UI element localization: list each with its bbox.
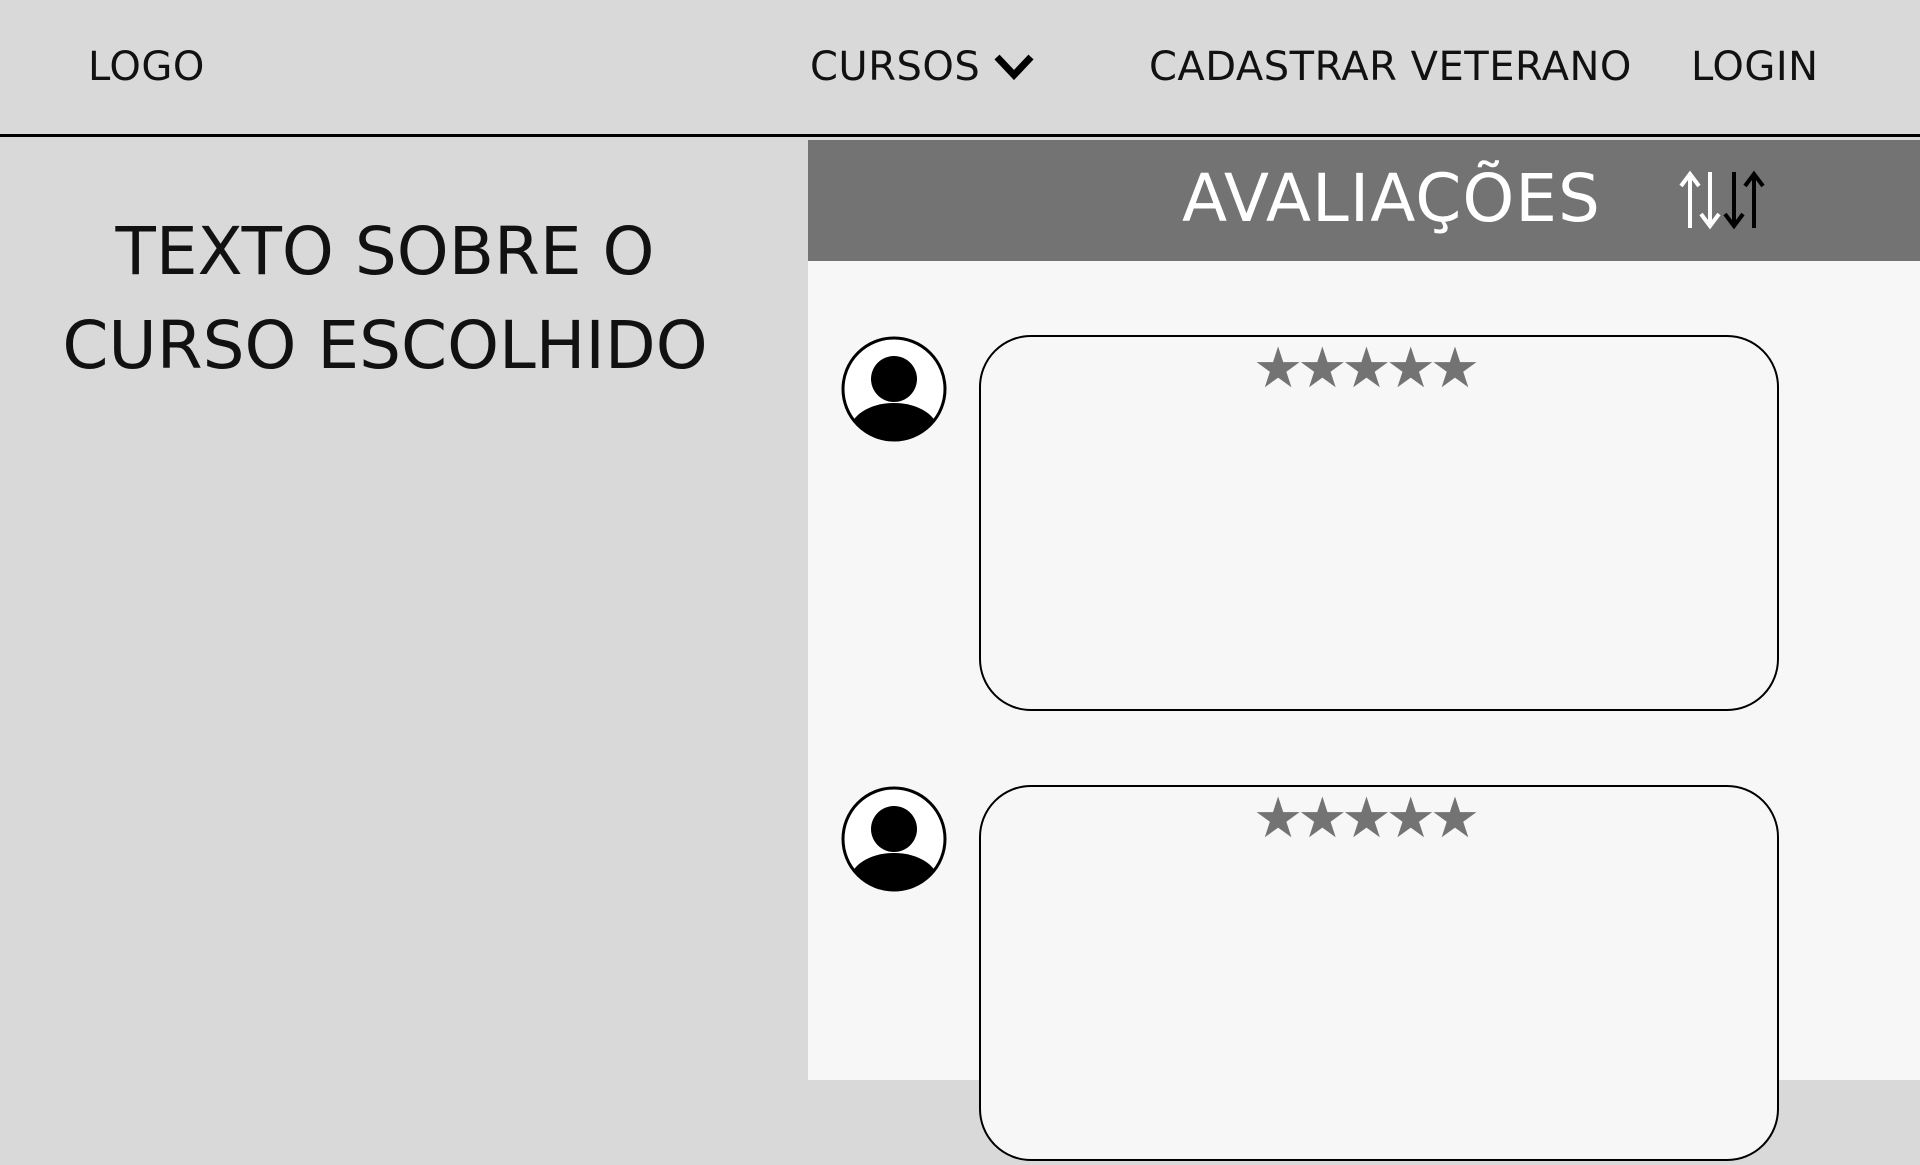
- review-item: ★★★★★: [808, 785, 1920, 1165]
- review-card: ★★★★★: [979, 335, 1779, 711]
- reviews-header: AVALIAÇÕES: [808, 140, 1920, 261]
- course-info-panel: TEXTO SOBRE O CURSO ESCOLHIDO: [0, 140, 808, 1080]
- reviews-panel: AVALIAÇÕES ★★★★★ ★★★★★: [808, 140, 1920, 1161]
- login-link[interactable]: LOGIN: [1691, 47, 1819, 87]
- courses-menu-label: CURSOS: [810, 44, 981, 90]
- rating-stars: ★★★★★: [1253, 786, 1480, 851]
- review-card: ★★★★★: [979, 785, 1779, 1161]
- course-description-line-1: TEXTO SOBRE O: [115, 213, 655, 290]
- register-veteran-link[interactable]: CADASTRAR VETERANO: [1149, 47, 1632, 87]
- reviews-title: AVALIAÇÕES: [1182, 160, 1601, 237]
- course-description-line-2: CURSO ESCOLHIDO: [62, 307, 708, 384]
- courses-menu[interactable]: CURSOS: [810, 47, 1034, 87]
- sort-icon[interactable]: [1678, 170, 1774, 230]
- chevron-down-icon: [994, 54, 1034, 80]
- user-avatar-icon: [841, 336, 947, 442]
- user-avatar-icon: [841, 786, 947, 892]
- rating-stars: ★★★★★: [1253, 336, 1480, 401]
- logo[interactable]: LOGO: [88, 47, 205, 87]
- review-item: ★★★★★: [808, 335, 1920, 715]
- top-navigation: LOGO CURSOS CADASTRAR VETERANO LOGIN: [0, 0, 1920, 137]
- course-description: TEXTO SOBRE O CURSO ESCOLHIDO: [0, 205, 770, 393]
